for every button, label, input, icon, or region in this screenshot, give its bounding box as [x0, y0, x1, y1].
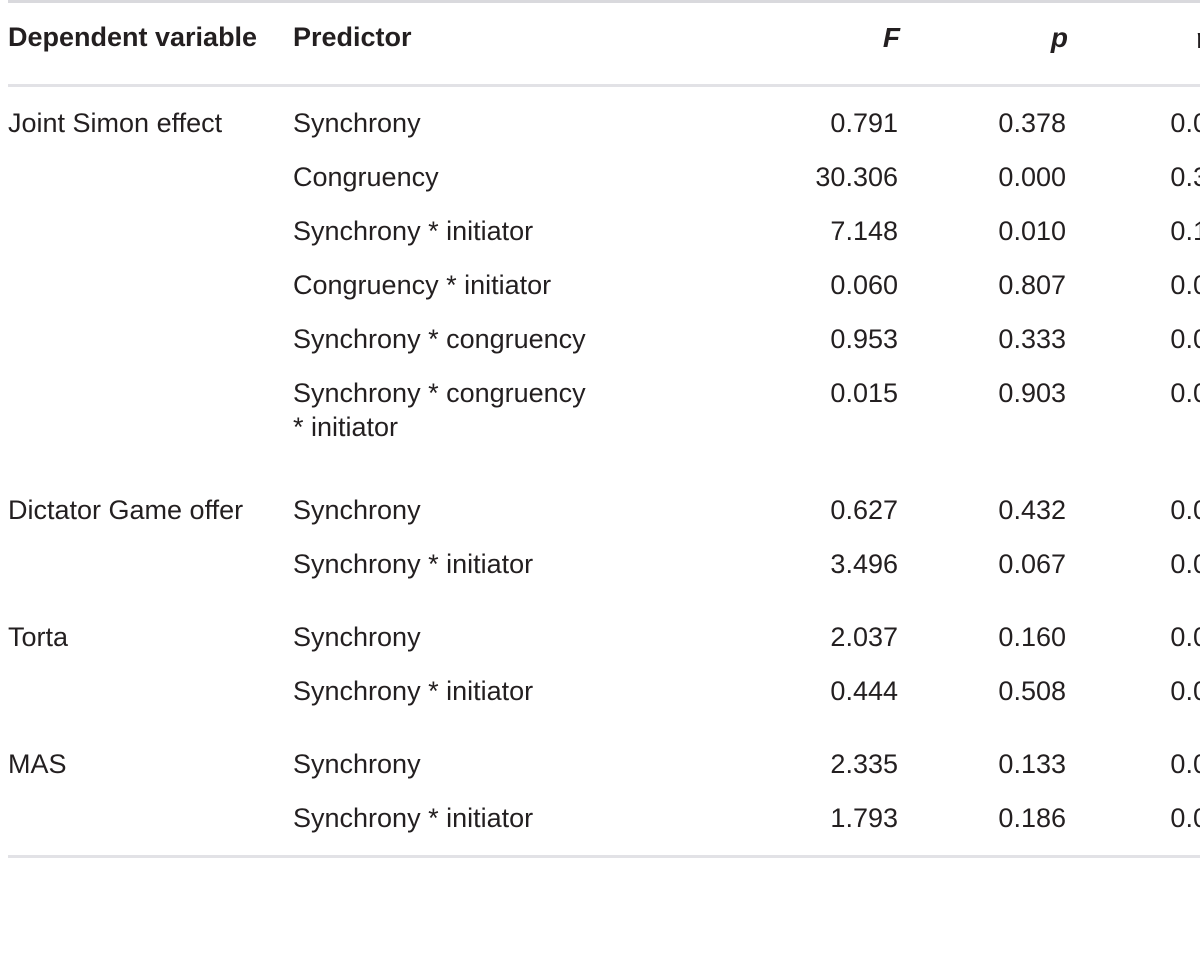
cell-p-value: 0.000	[998, 162, 1066, 193]
table-bottom-rule	[8, 855, 1200, 860]
cell-p-value: 0.186	[998, 803, 1066, 834]
cell-f-value: 7.148	[830, 216, 898, 247]
cell-f-value: 0.060	[830, 270, 898, 301]
cell-predictor: Synchrony * congruency * initiator	[293, 376, 748, 474]
anova-results-table: Dependent variable Predictor F p η2p Joi…	[8, 0, 1200, 860]
table-row: Synchrony * initiator 0.444 0.508 0.009	[8, 674, 1200, 728]
cell-eta-squared-value: 0.012	[1170, 495, 1200, 526]
cell-predictor: Synchrony	[293, 728, 748, 801]
column-header-p: p	[900, 3, 1068, 88]
cell-p-value: 0.378	[998, 108, 1066, 139]
cell-f-value: 30.306	[815, 162, 898, 193]
cell-eta-squared-value: 0.123	[1170, 216, 1200, 247]
predictor-line-1: Congruency	[293, 162, 439, 193]
predictor-line-1: Synchrony * congruency	[293, 378, 586, 409]
cell-predictor: Synchrony * initiator	[293, 674, 748, 728]
table-row: Synchrony * initiator 7.148 0.010 0.123	[8, 214, 1200, 268]
cell-dependent-variable: MAS	[8, 749, 67, 780]
cell-eta-squared-value: 0.044	[1170, 749, 1200, 780]
cell-p-value: 0.067	[998, 549, 1066, 580]
table-row: Dictator Game offer Synchrony 0.627 0.432 0.…	[8, 474, 1200, 547]
table-row: Synchrony * initiator 1.793 0.186 0.034	[8, 801, 1200, 857]
cell-dependent-variable	[8, 801, 293, 857]
column-header-predictor: Predictor	[293, 3, 748, 88]
cell-f-value: 3.496	[830, 549, 898, 580]
table-body: Joint Simon effect Synchrony 0.791 0.378 0.0…	[8, 86, 1200, 857]
cell-dependent-variable	[8, 322, 293, 376]
column-header-partial-eta-squared: η2p	[1068, 3, 1200, 88]
cell-p-value: 0.508	[998, 676, 1066, 707]
cell-predictor: Synchrony * initiator	[293, 547, 748, 601]
predictor-line-1: Synchrony * initiator	[293, 216, 534, 247]
cell-p-value: 0.133	[998, 749, 1066, 780]
cell-dependent-variable	[8, 160, 293, 214]
column-header-f: F	[748, 3, 900, 88]
table-row: Congruency 30.306 0.000 0.373	[8, 160, 1200, 214]
eta-squared-p-symbol: η2p	[1196, 20, 1200, 58]
cell-eta-squared-value: 0.064	[1170, 549, 1200, 580]
cell-f-value: 0.953	[830, 324, 898, 355]
cell-eta-squared-value: 0.000	[1170, 378, 1200, 409]
table-row: Synchrony * initiator 3.496 0.067 0.064	[8, 547, 1200, 601]
cell-p-value: 0.160	[998, 622, 1066, 653]
predictor-line-1: Synchrony * initiator	[293, 676, 534, 707]
predictor-line-1: Congruency * initiator	[293, 270, 552, 301]
cell-f-value: 0.015	[830, 378, 898, 409]
predictor-line-2: * initiator	[293, 412, 399, 443]
cell-predictor: Congruency	[293, 160, 748, 214]
column-header-dependent-variable: Dependent variable	[8, 3, 293, 88]
table-row: Synchrony * congruency 0.953 0.333 0.018	[8, 322, 1200, 376]
predictor-line-1: Synchrony	[293, 749, 421, 780]
column-header-row: Dependent variable Predictor F p η2p	[8, 3, 1200, 88]
table-footer	[8, 855, 1200, 860]
eta-glyph: η	[1196, 23, 1200, 55]
cell-eta-squared-value: 0.038	[1170, 622, 1200, 653]
cell-f-value: 0.791	[830, 108, 898, 139]
cell-eta-squared-value: 0.034	[1170, 803, 1200, 834]
cell-eta-squared-value: 0.009	[1170, 676, 1200, 707]
cell-predictor: Congruency * initiator	[293, 268, 748, 322]
cell-p-value: 0.903	[998, 378, 1066, 409]
cell-dependent-variable	[8, 268, 293, 322]
predictor-line-1: Synchrony * initiator	[293, 549, 534, 580]
cell-dependent-variable: Joint Simon effect	[8, 108, 223, 139]
cell-f-value: 1.793	[830, 803, 898, 834]
cell-f-value: 2.037	[830, 622, 898, 653]
cell-dependent-variable	[8, 674, 293, 728]
cell-p-value: 0.010	[998, 216, 1066, 247]
table-row: Torta Synchrony 2.037 0.160 0.038	[8, 601, 1200, 674]
cell-predictor: Synchrony * initiator	[293, 801, 748, 857]
table-row: Synchrony * congruency * initiator 0.015 0.…	[8, 376, 1200, 474]
cell-f-value: 2.335	[830, 749, 898, 780]
stats-table-container: Dependent variable Predictor F p η2p Joi…	[0, 0, 1200, 963]
cell-predictor: Synchrony	[293, 474, 748, 547]
cell-p-value: 0.807	[998, 270, 1066, 301]
table-row: MAS Synchrony 2.335 0.133 0.044	[8, 728, 1200, 801]
table-header: Dependent variable Predictor F p η2p	[8, 0, 1200, 88]
predictor-line-1: Synchrony * initiator	[293, 803, 534, 834]
cell-eta-squared-value: 0.018	[1170, 324, 1200, 355]
table-row: Congruency * initiator 0.060 0.807 0.001	[8, 268, 1200, 322]
cell-dependent-variable	[8, 214, 293, 268]
cell-predictor: Synchrony	[293, 601, 748, 674]
table-row: Joint Simon effect Synchrony 0.791 0.378 0.0…	[8, 86, 1200, 161]
cell-dependent-variable: Dictator Game offer	[8, 495, 244, 526]
cell-predictor: Synchrony * congruency	[293, 322, 748, 376]
cell-p-value: 0.432	[998, 495, 1066, 526]
cell-eta-squared-value: 0.015	[1170, 108, 1200, 139]
predictor-line-1: Synchrony	[293, 108, 421, 139]
predictor-line-1: Synchrony	[293, 622, 421, 653]
cell-predictor: Synchrony * initiator	[293, 214, 748, 268]
cell-f-value: 0.444	[830, 676, 898, 707]
cell-predictor: Synchrony	[293, 86, 748, 161]
cell-eta-squared-value: 0.373	[1170, 162, 1200, 193]
cell-dependent-variable	[8, 376, 293, 474]
cell-p-value: 0.333	[998, 324, 1066, 355]
predictor-line-1: Synchrony * congruency	[293, 324, 586, 355]
cell-dependent-variable	[8, 547, 293, 601]
cell-f-value: 0.627	[830, 495, 898, 526]
cell-dependent-variable: Torta	[8, 622, 69, 653]
cell-eta-squared-value: 0.001	[1170, 270, 1200, 301]
predictor-line-1: Synchrony	[293, 495, 421, 526]
